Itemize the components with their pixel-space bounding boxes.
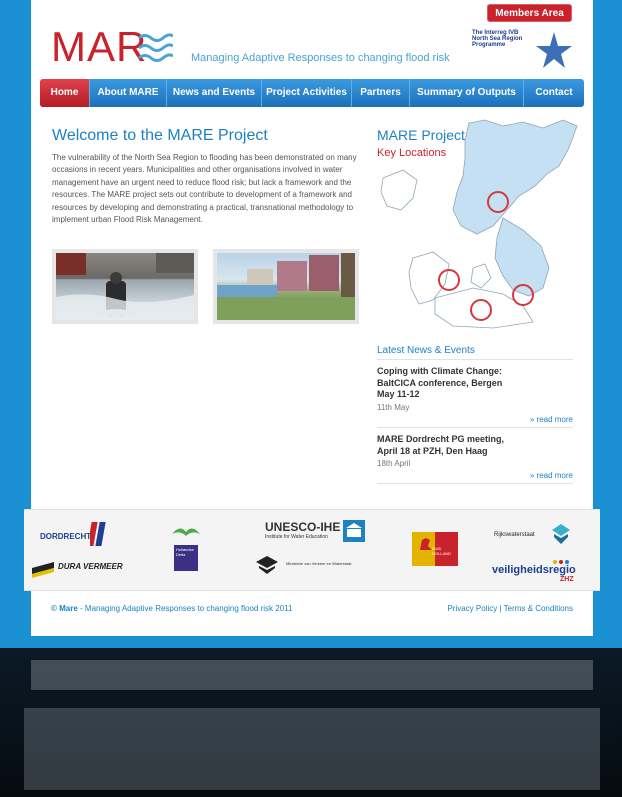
- rijkswaterstaat-text: Rijkswaterstaat: [494, 532, 535, 538]
- zuid-holland-text: ZUID HOLLAND: [432, 546, 451, 556]
- nav-news-and-events[interactable]: News and Events: [167, 79, 262, 107]
- unesco-ihe-logo[interactable]: UNESCO-IHE Institute for Water Education: [265, 520, 369, 544]
- unesco-subtext: Institute for Water Education: [265, 534, 328, 540]
- dordrecht-logo-text: DORDRECHT: [40, 532, 92, 541]
- hollandse-delta-label: Hollandse Delta: [174, 545, 198, 571]
- zhz-text: ZHZ: [560, 576, 574, 583]
- reflection-partners-bar: [24, 708, 600, 790]
- unesco-temple-icon: [343, 520, 365, 542]
- interreg-logo[interactable]: The Interreg IVB North Sea Region Progra…: [472, 30, 572, 78]
- ministry-crest-icon: [256, 556, 278, 574]
- nav-home[interactable]: Home: [40, 79, 90, 107]
- terms-link[interactable]: Terms & Conditions: [504, 604, 573, 613]
- veiligheidsregio-dots-icon: [553, 560, 569, 564]
- ministry-text: Ministerie van Verkeer en Waterstaat: [286, 561, 352, 566]
- news-divider: [377, 427, 573, 428]
- veiligheidsregio-zhz-logo[interactable]: veiligheidsregio ZHZ: [492, 558, 600, 588]
- photo-waterfront-houses: [213, 249, 359, 324]
- waterfront-image: [217, 253, 355, 320]
- hollandse-delta-bird-icon: [172, 528, 200, 536]
- news-headline[interactable]: Coping with Climate Change: BaltCICA con…: [377, 366, 507, 401]
- news-date: 11th May: [377, 402, 410, 412]
- members-area-button[interactable]: Members Area: [487, 4, 572, 22]
- unesco-text: UNESCO-IHE: [265, 520, 341, 534]
- footer-copyright-text: - Managing Adaptive Responses to changin…: [77, 604, 293, 613]
- reflection-footer: [31, 660, 593, 690]
- dura-vermeer-logo[interactable]: DURA VERMEER: [32, 560, 142, 582]
- nav-contact[interactable]: Contact: [524, 79, 584, 107]
- rijkswaterstaat-crest-icon: [552, 524, 570, 544]
- footer-brand-name: Mare: [59, 604, 78, 613]
- nav-about-mare[interactable]: About MARE: [90, 79, 167, 107]
- footer-copyright: © Mare - Managing Adaptive Responses to …: [51, 604, 292, 613]
- ministry-logo[interactable]: Ministerie van Verkeer en Waterstaat: [256, 556, 368, 576]
- read-more-link[interactable]: » read more: [530, 415, 573, 424]
- hollandse-delta-logo[interactable]: Hollandse Delta: [170, 524, 206, 571]
- read-more-link[interactable]: » read more: [530, 471, 573, 480]
- partners-logo-bar: DORDRECHT DURA VERMEER Hollandse Delta U…: [24, 509, 600, 591]
- map-subtitle: Key Locations: [377, 147, 447, 159]
- photo-flood-cyclist: [52, 249, 198, 324]
- dordrecht-emblem-icon: [90, 522, 106, 546]
- mare-logo[interactable]: MAR: [51, 22, 147, 72]
- nav-summary-of-outputs[interactable]: Summary of Outputs: [410, 79, 524, 107]
- nav-project-activities[interactable]: Project Activities: [262, 79, 352, 107]
- news-item[interactable]: MARE Dordrecht PG meeting, April 18 at P…: [377, 434, 573, 480]
- privacy-policy-link[interactable]: Privacy Policy: [447, 604, 497, 613]
- dura-vermeer-icon: [32, 562, 54, 578]
- footer-links: Privacy Policy | Terms & Conditions: [447, 604, 573, 613]
- rijkswaterstaat-logo[interactable]: Rijkswaterstaat: [494, 524, 594, 548]
- news-date: 18th April: [377, 459, 411, 468]
- footer-brand: © Mare: [51, 604, 78, 613]
- cyclist-image: [56, 253, 194, 320]
- intro-text: The vulnerability of the North Sea Regio…: [52, 153, 357, 225]
- zuid-holland-logo[interactable]: ZUID HOLLAND: [412, 532, 458, 566]
- logo-text: MAR: [51, 23, 148, 70]
- page-title: Welcome to the MARE Project: [52, 127, 268, 144]
- map-title: MARE Project: [377, 127, 465, 143]
- news-divider: [377, 359, 573, 360]
- news-item[interactable]: Coping with Climate Change: BaltCICA con…: [377, 366, 573, 424]
- news-headline[interactable]: MARE Dordrecht PG meeting, April 18 at P…: [377, 434, 507, 457]
- news-section-title: Latest News & Events: [377, 345, 475, 356]
- dordrecht-logo[interactable]: DORDRECHT: [40, 520, 140, 550]
- news-divider: [377, 483, 573, 484]
- page-reflection: [24, 660, 600, 790]
- starfish-icon: [536, 32, 572, 68]
- dura-vermeer-text: DURA VERMEER: [58, 562, 123, 571]
- nav-partners[interactable]: Partners: [352, 79, 410, 107]
- logo-waves-icon: [138, 33, 173, 62]
- footer-separator: |: [499, 604, 502, 613]
- site-tagline: Managing Adaptive Responses to changing …: [191, 52, 450, 64]
- main-navigation: Home About MARE News and Events Project …: [40, 79, 584, 107]
